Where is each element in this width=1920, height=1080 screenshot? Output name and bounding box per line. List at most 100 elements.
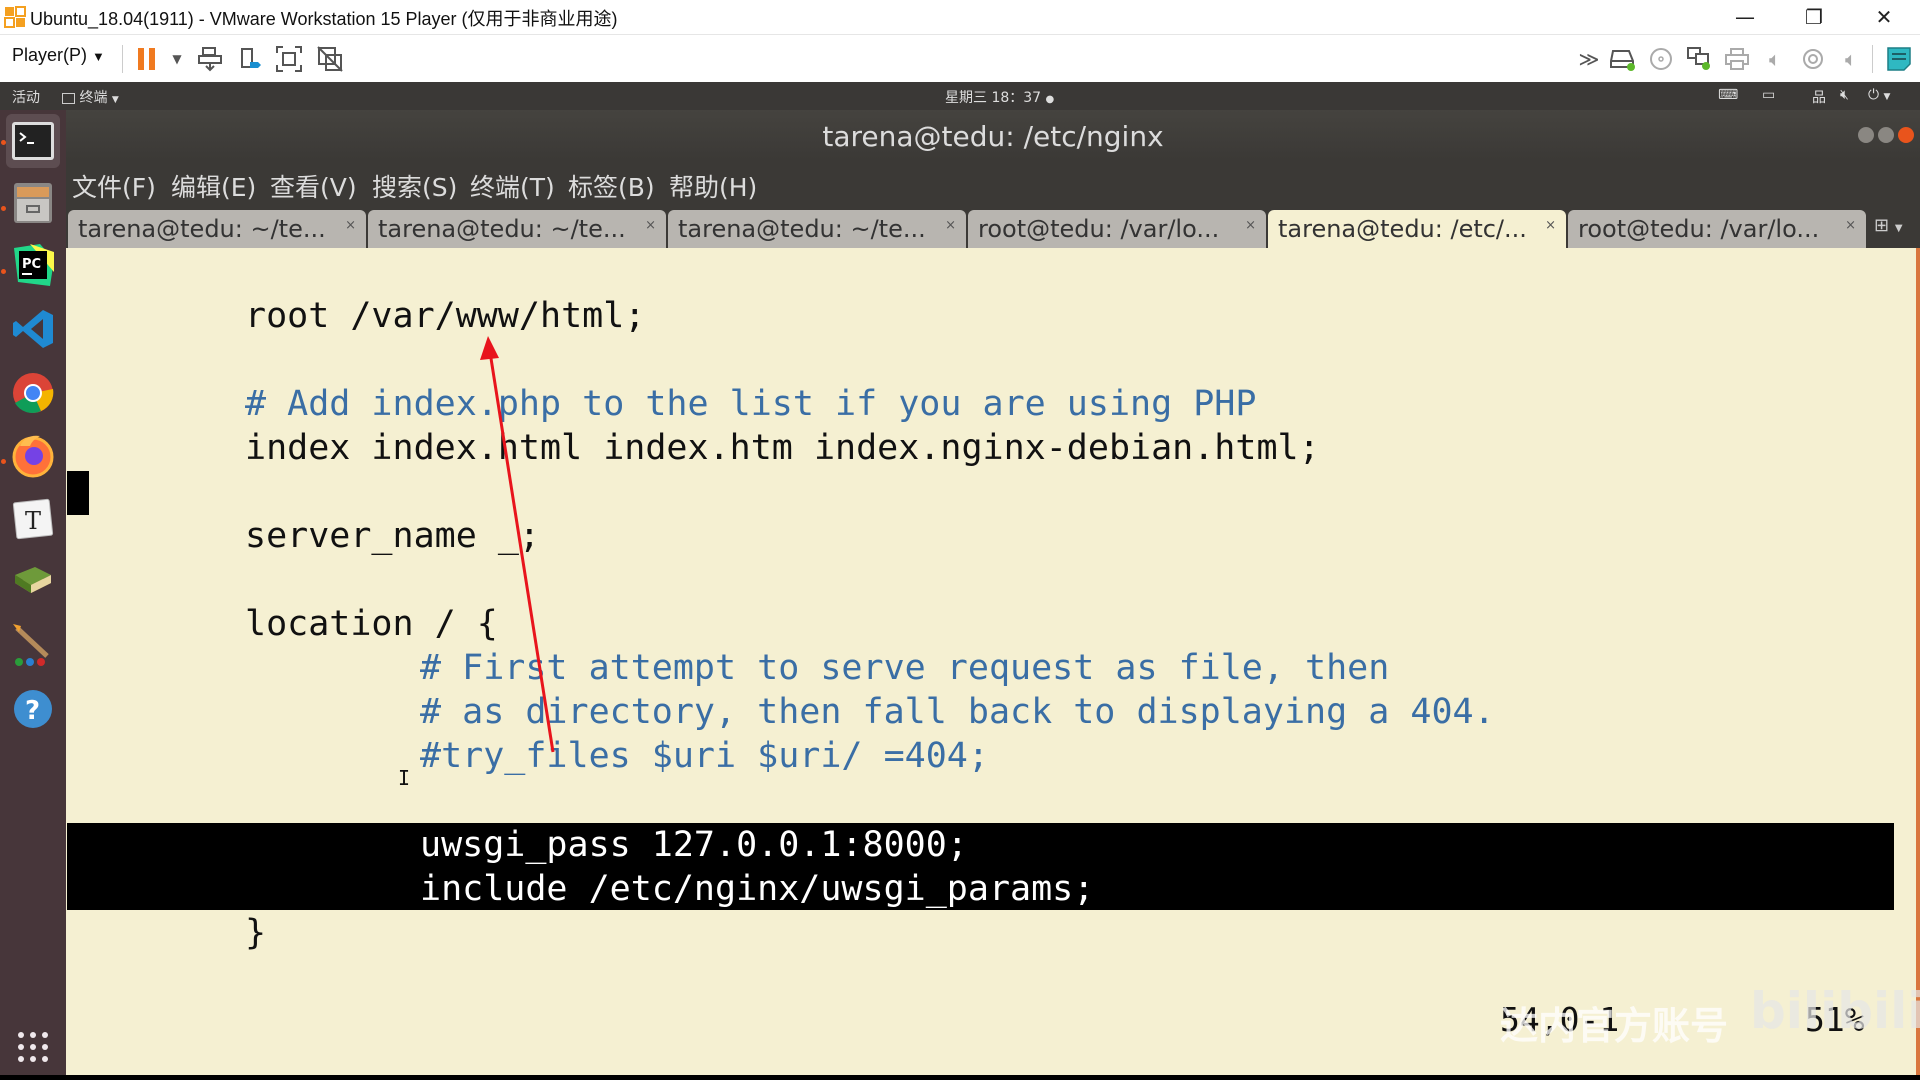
comment-line: #try_files $uri $uri/ =404; (420, 736, 989, 776)
dock-item-vscode[interactable] (6, 302, 60, 356)
typora-icon: T (12, 498, 54, 540)
new-tab-button[interactable]: ⊞ ▼ (1874, 215, 1903, 236)
player-menu-label: Player(P) (12, 45, 88, 65)
minimize-button[interactable]: — (1716, 0, 1774, 34)
tab-6[interactable]: root@tedu: /var/lo... × (1568, 210, 1866, 248)
chevron-down-icon: ▼ (111, 95, 119, 105)
dock-item-books[interactable] (6, 556, 60, 610)
code-line: location / { (245, 604, 498, 644)
screen-bottom-edge (0, 1075, 1920, 1080)
dock-item-chrome[interactable] (6, 366, 60, 420)
terminal-minimize-button[interactable] (1858, 127, 1874, 143)
sound-card-button[interactable]: 🔈︎ (1836, 44, 1866, 74)
tab-close-icon[interactable]: × (645, 218, 656, 233)
pause-dropdown[interactable]: ▼ (162, 44, 192, 74)
show-applications-button[interactable] (14, 1028, 54, 1068)
power-icon[interactable]: ⏻ ▼ (1868, 87, 1890, 103)
network-adapter-icon (1687, 47, 1710, 70)
vmware-toolbar: Player(P) ▼ ▼ ≫ 🔈︎ 🔈︎ (0, 35, 1920, 84)
tab-3[interactable]: tarena@tedu: ~/te... × (668, 210, 966, 248)
dock: PC T ? (0, 110, 66, 1075)
player-menu[interactable]: Player(P) ▼ (12, 45, 105, 66)
tab-close-icon[interactable]: × (945, 218, 956, 233)
selected-code-line: include /etc/nginx/uwsgi_params; (420, 869, 1095, 909)
dock-item-typora[interactable]: T (6, 492, 60, 546)
hard-disk-button[interactable] (1608, 44, 1638, 74)
watermark-text: 达内官方账号 (1500, 1004, 1729, 1048)
terminal-maximize-button[interactable] (1878, 127, 1894, 143)
tab-5-active[interactable]: tarena@tedu: /etc/... × (1268, 210, 1566, 248)
svg-text:T: T (25, 507, 41, 535)
tab-close-icon[interactable]: × (1245, 218, 1256, 233)
terminal-tab-bar: tarena@tedu: ~/te... × tarena@tedu: ~/te.… (66, 205, 1920, 248)
sound-card-icon: 🔈︎ (1845, 47, 1857, 71)
tab-1[interactable]: tarena@tedu: ~/te... × (68, 210, 366, 248)
dock-item-help[interactable]: ? (6, 682, 60, 736)
sound-button[interactable]: 🔈︎ (1760, 44, 1790, 74)
app-menu-label: 终端 (79, 90, 108, 106)
terminal-close-button[interactable] (1898, 127, 1914, 143)
dock-item-firefox[interactable] (6, 428, 60, 482)
dock-item-paint[interactable] (6, 618, 60, 672)
connect-device-button[interactable] (236, 44, 266, 74)
tab-label: root@tedu: /var/lo... (978, 215, 1220, 243)
send-ctrl-alt-del-icon (198, 47, 222, 72)
menu-tabs[interactable]: 标签(B) (568, 168, 655, 204)
restore-icon: ❐ (1805, 5, 1823, 29)
vscode-icon (13, 310, 53, 348)
keyboard-icon[interactable]: ⌨ (1718, 87, 1738, 103)
volume-icon[interactable]: 🔇︎ (1840, 87, 1849, 103)
tab-close-icon[interactable]: × (345, 218, 356, 233)
unity-icon (317, 46, 343, 72)
toolbar-divider (122, 45, 123, 73)
app-menu[interactable]: 终端 ▼ (62, 87, 119, 107)
pause-button[interactable] (132, 44, 162, 74)
menu-search[interactable]: 搜索(S) (372, 168, 457, 204)
dock-item-pycharm[interactable]: PC (6, 238, 60, 292)
terminal-title: tarena@tedu: /etc/nginx (822, 120, 1164, 153)
running-indicator (1, 269, 6, 274)
tab-4[interactable]: root@tedu: /var/lo... × (968, 210, 1266, 248)
dock-item-files[interactable] (6, 176, 60, 230)
menu-help[interactable]: 帮助(H) (669, 168, 757, 204)
clock[interactable]: 星期三 18：37 ● (945, 87, 1054, 107)
connect-device-icon (241, 48, 261, 68)
svg-text:PC: PC (22, 257, 41, 272)
help-icon: ? (14, 690, 52, 728)
toolbar-divider (1872, 45, 1873, 73)
activities-button[interactable]: 活动 (12, 87, 40, 107)
code-line: root /var/www/html; (245, 296, 646, 336)
unity-button[interactable] (315, 44, 345, 74)
menu-terminal[interactable]: 终端(T) (470, 168, 555, 204)
tab-close-icon[interactable]: × (1545, 218, 1556, 233)
tab-label: tarena@tedu: /etc/... (1278, 215, 1527, 243)
chevron-down-icon: ▼ (92, 49, 105, 64)
camera-button[interactable] (1798, 44, 1828, 74)
send-ctrl-alt-del-button[interactable] (195, 44, 225, 74)
comment-line: # First attempt to serve request as file… (420, 648, 1390, 688)
cd-button[interactable] (1646, 44, 1676, 74)
text-cursor (67, 471, 89, 515)
cd-icon (1650, 48, 1672, 70)
more-devices-button[interactable]: ≫ (1574, 44, 1604, 74)
menu-edit[interactable]: 编辑(E) (171, 168, 256, 204)
tab-2[interactable]: tarena@tedu: ~/te... × (368, 210, 666, 248)
printer-button[interactable] (1722, 44, 1752, 74)
message-log-button[interactable] (1884, 44, 1914, 74)
network-adapter-button[interactable] (1684, 44, 1714, 74)
input-method-icon[interactable]: ▭ (1762, 87, 1775, 103)
close-button[interactable]: ✕ (1855, 0, 1913, 34)
minimize-icon: — (1735, 5, 1755, 29)
menu-view[interactable]: 查看(V) (270, 168, 357, 204)
menu-file[interactable]: 文件(F) (72, 168, 156, 204)
tab-close-icon[interactable]: × (1845, 218, 1856, 233)
restore-button[interactable]: ❐ (1785, 0, 1843, 34)
running-indicator (1, 140, 6, 145)
window-edge (1916, 248, 1920, 1075)
dock-item-terminal[interactable] (6, 114, 60, 168)
paint-brush-icon (13, 624, 49, 666)
network-icon[interactable]: 品 (1812, 87, 1826, 107)
full-screen-button[interactable] (274, 44, 304, 74)
tab-label: tarena@tedu: ~/te... (378, 215, 626, 243)
vmware-title-bar: Ubuntu_18.04(1911) - VMware Workstation … (0, 0, 1920, 35)
